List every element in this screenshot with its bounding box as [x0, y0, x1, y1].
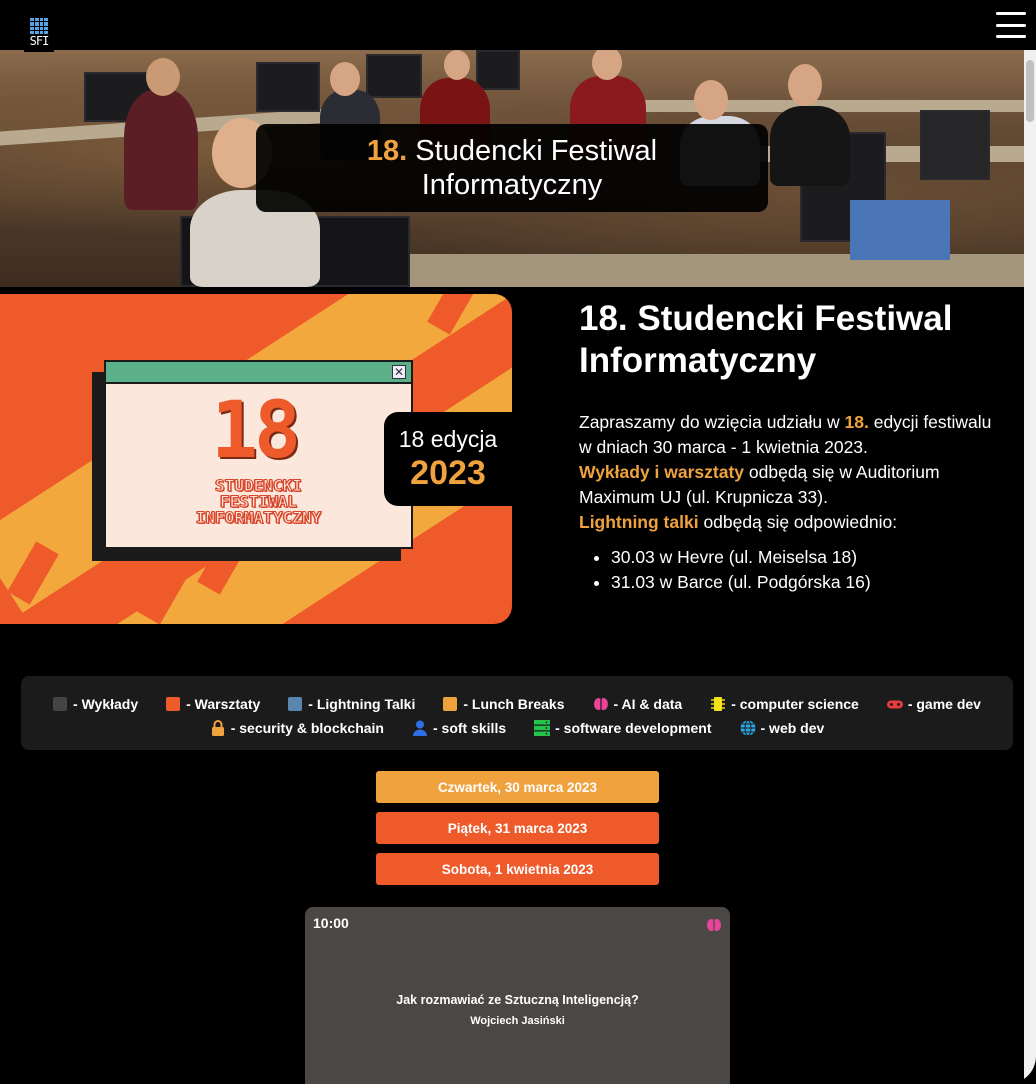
- hero-title-rest: Studencki Festiwal: [407, 135, 658, 167]
- legend-item-softskills: - soft skills: [412, 720, 506, 736]
- top-bar: SFI: [0, 0, 1036, 52]
- legend-label: - Lightning Talki: [308, 696, 416, 712]
- hero-title-line2: Informatyczny: [421, 169, 603, 201]
- retro-window: ✕ 18 STUDENCKI FESTIWAL INFORMATYCZNY: [104, 360, 413, 549]
- legend-item-wyklady: - Wykłady: [53, 696, 138, 712]
- venue-list: 30.03 w Hevre (ul. Meiselsa 18) 31.03 w …: [579, 545, 999, 595]
- lock-icon: [210, 720, 226, 736]
- hero-title-number: 18.: [366, 135, 408, 167]
- swatch-icon: [288, 697, 303, 711]
- legend-item-ai: - AI & data: [593, 696, 683, 712]
- legend-item-gamedev: - game dev: [886, 696, 981, 712]
- poster-name: STUDENCKI FESTIWAL INFORMATYCZNY: [106, 477, 411, 527]
- legend-label: - web dev: [760, 720, 825, 736]
- globe-icon: [740, 720, 756, 736]
- intro-heading: 18. Studencki Festiwal Informatyczny: [579, 299, 953, 380]
- legend-label: - Lunch Breaks: [463, 696, 565, 712]
- intro-highlight-lectures: Wykłady i warsztaty: [579, 462, 745, 482]
- logo-text: SFI: [29, 34, 50, 48]
- legend-label: - game dev: [907, 696, 981, 712]
- day-button-friday[interactable]: Piątek, 31 marca 2023: [376, 812, 659, 844]
- edition-badge: 18 edycja 2023: [384, 412, 512, 506]
- legend-label: - computer science: [731, 696, 859, 712]
- hero-title-box: 18. Studencki Festiwal Informatyczny: [256, 124, 768, 212]
- poster-number: 18: [211, 386, 301, 476]
- server-icon: [534, 720, 551, 736]
- poster-name-line3: INFORMATYCZNY: [195, 508, 322, 527]
- event-card[interactable]: 10:00 Jak rozmawiać ze Sztuczną Intelige…: [305, 907, 730, 1084]
- hamburger-menu-icon[interactable]: [996, 12, 1026, 38]
- intro-section: 18. Studencki Festiwal Informatyczny Zap…: [579, 298, 999, 595]
- day-button-thursday[interactable]: Czwartek, 30 marca 2023: [376, 771, 659, 803]
- sfi-logo[interactable]: SFI: [24, 16, 54, 52]
- legend-label: - AI & data: [613, 696, 683, 712]
- edition-year: 2023: [410, 454, 486, 492]
- legend-item-webdev: - web dev: [740, 720, 825, 736]
- microchip-icon: [710, 696, 726, 712]
- hero-banner: 18. Studencki Festiwal Informatyczny: [0, 50, 1024, 287]
- legend-label: - software development: [555, 720, 712, 736]
- close-icon: ✕: [392, 365, 406, 379]
- legend-item-warsztaty: - Warsztaty: [166, 696, 260, 712]
- intro-paragraph: Zapraszamy do wzięcia udziału w 18. edyc…: [579, 410, 999, 535]
- event-time: 10:00: [313, 915, 349, 931]
- logo-grid-icon: [30, 18, 48, 34]
- page: SFI 18. Studencki Festiwal Informatyczny…: [0, 0, 1036, 1084]
- intro-highlight-edition: 18.: [844, 412, 869, 432]
- legend-row: - Wykłady - Warsztaty - Lightning Talki …: [21, 692, 1013, 716]
- swatch-icon: [443, 697, 458, 711]
- brain-icon: [593, 696, 609, 712]
- legend-label: - Wykłady: [73, 696, 139, 712]
- hero-title-line1: 18. Studencki Festiwal: [367, 134, 657, 168]
- legend-panel: - Wykłady - Warsztaty - Lightning Talki …: [21, 676, 1013, 750]
- legend-item-security: - security & blockchain: [210, 720, 384, 736]
- legend-label: - Warsztaty: [186, 696, 261, 712]
- swatch-icon: [166, 697, 181, 711]
- legend-item-lunch: - Lunch Breaks: [443, 696, 565, 712]
- legend-label: - security & blockchain: [230, 720, 384, 736]
- legend-label: - soft skills: [432, 720, 507, 736]
- swatch-icon: [53, 697, 68, 711]
- event-speaker: Wojciech Jasiński: [470, 1015, 565, 1027]
- festival-poster: ✕ 18 STUDENCKI FESTIWAL INFORMATYCZNY 18…: [0, 294, 512, 624]
- scrollbar-thumb[interactable]: [1026, 60, 1034, 122]
- event-title: Jak rozmawiać ze Sztuczną Inteligencją?: [396, 993, 639, 1007]
- legend-row: - security & blockchain - soft skills - …: [21, 716, 1013, 740]
- brain-icon: [706, 917, 722, 937]
- intro-text-4: odbędą się odpowiednio:: [698, 512, 898, 532]
- gamepad-icon: [886, 696, 903, 712]
- legend-item-softwaredev: - software development: [534, 720, 712, 736]
- intro-text-1: Zapraszamy do wzięcia udziału w: [579, 412, 845, 432]
- legend-item-cs: - computer science: [710, 696, 859, 712]
- venue-item: 31.03 w Barce (ul. Podgórska 16): [611, 570, 999, 595]
- page-scrollbar[interactable]: [1024, 50, 1036, 1084]
- user-icon: [412, 720, 428, 736]
- retro-window-titlebar: ✕: [106, 362, 411, 384]
- edition-label: 18 edycja: [398, 426, 498, 452]
- legend-item-lightning: - Lightning Talki: [288, 696, 415, 712]
- venue-item: 30.03 w Hevre (ul. Meiselsa 18): [611, 545, 999, 570]
- day-button-saturday[interactable]: Sobota, 1 kwietnia 2023: [376, 853, 659, 885]
- intro-highlight-lightning: Lightning talki: [579, 512, 699, 532]
